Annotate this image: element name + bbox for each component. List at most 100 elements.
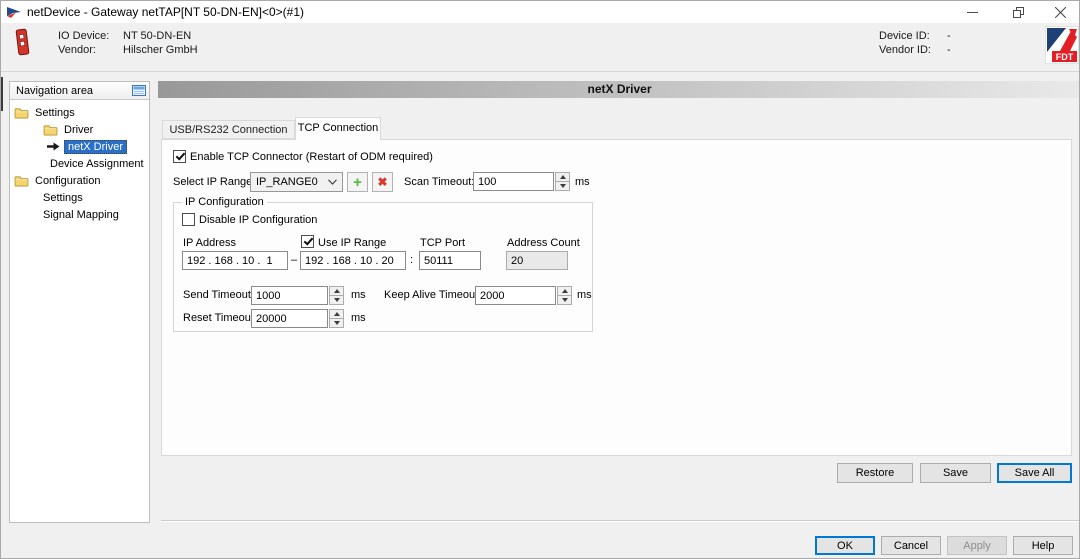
cancel-button[interactable]: Cancel <box>881 536 941 555</box>
scan-timeout-stepper <box>555 172 570 191</box>
tcp-port-input[interactable] <box>419 251 481 270</box>
tab-usb-rs232-connection[interactable]: USB/RS232 Connection <box>162 120 295 139</box>
keep-alive-timeout-input[interactable] <box>475 286 556 305</box>
close-icon[interactable] <box>1039 1 1079 23</box>
plus-icon: + <box>353 173 362 191</box>
device-icon <box>14 27 31 61</box>
reset-timeout-input[interactable] <box>251 309 328 328</box>
ip-configuration-group: IP Configuration Disable IP Configuratio… <box>173 196 593 332</box>
keep-alive-timeout-label: Keep Alive Timeout: <box>384 289 482 301</box>
sidebar-item-signal-mapping[interactable]: Signal Mapping <box>41 206 121 223</box>
reset-timeout-stepper <box>329 309 344 328</box>
add-ip-range-button[interactable]: + <box>347 172 368 192</box>
fdt-logo: FDT <box>1045 26 1079 67</box>
footer-separator <box>161 520 1079 521</box>
device-header: IO Device: NT 50-DN-EN Vendor: Hilscher … <box>1 23 1079 72</box>
spin-down-icon[interactable] <box>558 296 571 304</box>
delete-ip-range-button[interactable]: ✖ <box>372 172 393 192</box>
scan-timeout-input[interactable] <box>473 172 554 191</box>
address-count-label: Address Count <box>507 237 580 249</box>
ip-address-start-input[interactable] <box>182 251 288 270</box>
save-button[interactable]: Save <box>920 463 991 483</box>
send-timeout-input[interactable] <box>251 286 328 305</box>
panel-edge-mark <box>1 77 3 111</box>
enable-tcp-connector-label: Enable TCP Connector (Restart of ODM req… <box>190 151 433 163</box>
navigation-title: Navigation area <box>16 84 94 97</box>
tcp-connection-panel: Enable TCP Connector (Restart of ODM req… <box>161 139 1072 456</box>
sidebar-item-label: Driver <box>64 123 94 136</box>
keep-alive-timeout-unit: ms <box>577 289 592 301</box>
vendor-id-value: - <box>947 44 951 56</box>
restore-button[interactable]: Restore <box>837 463 913 483</box>
ip-range-selected-value: IP_RANGE0 <box>256 176 318 188</box>
vendor-label: Vendor: <box>58 44 96 56</box>
spin-up-icon[interactable] <box>558 287 571 296</box>
ip-address-end-input[interactable] <box>300 251 406 270</box>
navigation-panel: Navigation area Settings Driver netX Dri… <box>9 81 150 523</box>
spin-down-icon[interactable] <box>330 319 343 327</box>
sidebar-item-configuration[interactable]: Configuration <box>14 172 102 189</box>
ok-button[interactable]: OK <box>815 536 875 555</box>
port-colon: : <box>410 254 414 266</box>
spin-down-icon[interactable] <box>330 296 343 304</box>
enable-tcp-connector-checkbox[interactable] <box>173 150 186 163</box>
sidebar-item-label: Device Assignment <box>50 157 144 170</box>
sidebar-item-label: netX Driver <box>64 139 128 154</box>
use-ip-range-checkbox[interactable] <box>301 235 314 248</box>
title-bar: netDevice - Gateway netTAP[NT 50-DN-EN]<… <box>1 1 1079 23</box>
save-all-button[interactable]: Save All <box>997 463 1072 483</box>
send-timeout-label: Send Timeout: <box>183 289 254 301</box>
maximize-restore-icon[interactable] <box>997 1 1039 23</box>
sidebar-item-settings[interactable]: Settings <box>14 104 77 121</box>
ip-address-label: IP Address <box>183 237 236 249</box>
apply-button: Apply <box>947 536 1007 555</box>
netdevice-window: netDevice - Gateway netTAP[NT 50-DN-EN]<… <box>0 0 1080 559</box>
reset-timeout-unit: ms <box>351 312 366 324</box>
scan-timeout-label: Scan Timeout: <box>404 176 475 188</box>
tab-tcp-connection[interactable]: TCP Connection <box>295 117 381 140</box>
collapse-panel-icon[interactable] <box>132 85 146 96</box>
sidebar-item-label: Settings <box>43 191 83 204</box>
sidebar-item-device-assignment[interactable]: Device Assignment <box>48 155 146 172</box>
sidebar-item-label: Signal Mapping <box>43 208 119 221</box>
io-device-label: IO Device: <box>58 30 110 42</box>
chevron-down-icon <box>328 179 337 185</box>
delete-x-icon: ✖ <box>377 175 388 189</box>
device-id-value: - <box>947 30 951 42</box>
sidebar-item-driver[interactable]: Driver <box>43 121 95 138</box>
select-ip-range-label: Select IP Range: <box>173 176 256 188</box>
ip-range-dash: – <box>291 254 298 266</box>
reset-timeout-label: Reset Timeout: <box>183 312 257 324</box>
fdt-logo-text: FDT <box>1056 52 1074 62</box>
scan-timeout-unit: ms <box>575 176 590 188</box>
vendor-id-label: Vendor ID: <box>879 44 931 56</box>
io-device-value: NT 50-DN-EN <box>123 30 192 42</box>
device-id-label: Device ID: <box>879 30 930 42</box>
spin-up-icon[interactable] <box>556 173 569 182</box>
ip-configuration-title: IP Configuration <box>182 196 267 208</box>
tcp-port-label: TCP Port <box>420 237 466 249</box>
sidebar-item-label: Configuration <box>35 174 101 187</box>
send-timeout-unit: ms <box>351 289 366 301</box>
send-timeout-stepper <box>329 286 344 305</box>
navigation-header: Navigation area <box>10 82 149 100</box>
page-title: netX Driver <box>158 81 1079 98</box>
spin-up-icon[interactable] <box>330 287 343 296</box>
disable-ip-configuration-label: Disable IP Configuration <box>199 214 318 226</box>
folder-icon <box>14 107 29 119</box>
vendor-value: Hilscher GmbH <box>123 44 198 56</box>
spin-up-icon[interactable] <box>330 310 343 319</box>
sidebar-item-netx-driver[interactable]: netX Driver <box>47 138 128 155</box>
help-button[interactable]: Help <box>1013 536 1073 555</box>
current-item-arrow-icon <box>47 142 60 151</box>
use-ip-range-label: Use IP Range <box>318 237 387 249</box>
minimize-icon[interactable] <box>951 1 993 23</box>
sidebar-item-settings-2[interactable]: Settings <box>41 189 85 206</box>
window-title: netDevice - Gateway netTAP[NT 50-DN-EN]<… <box>27 5 304 19</box>
spin-down-icon[interactable] <box>556 182 569 190</box>
disable-ip-configuration-checkbox[interactable] <box>182 213 195 226</box>
sidebar-item-label: Settings <box>35 106 75 119</box>
folder-icon <box>14 175 29 187</box>
folder-icon <box>43 124 58 136</box>
ip-range-select[interactable]: IP_RANGE0 <box>250 172 343 192</box>
